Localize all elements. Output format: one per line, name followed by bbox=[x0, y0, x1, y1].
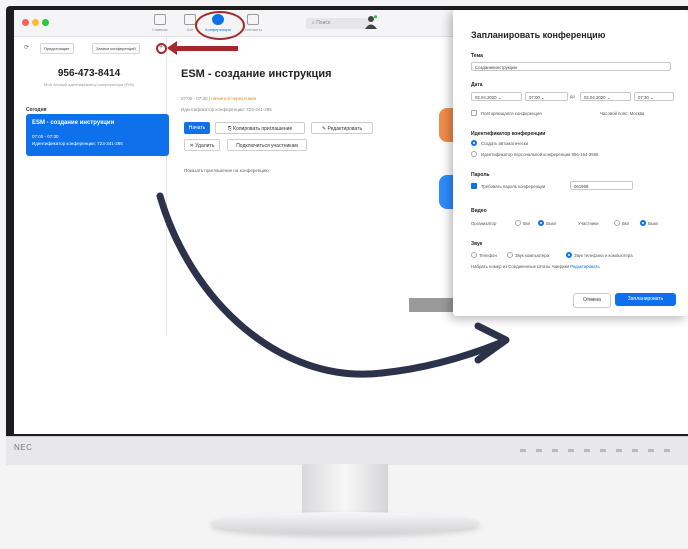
curved-arrow-overlay bbox=[156, 192, 510, 378]
curved-arrow-path bbox=[156, 192, 504, 378]
